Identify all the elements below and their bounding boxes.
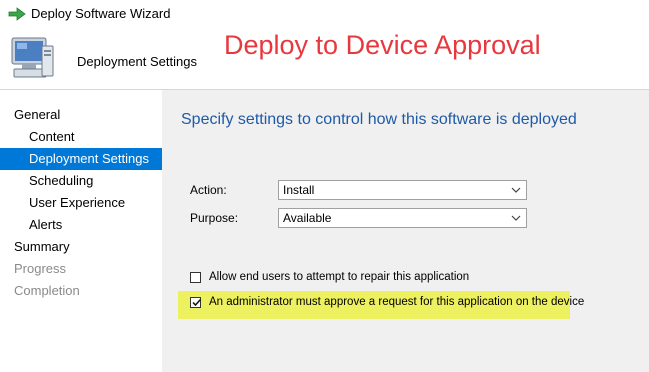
- nav-item-label: General: [14, 107, 61, 122]
- action-label: Action:: [190, 183, 227, 197]
- action-dropdown[interactable]: Install: [278, 180, 527, 200]
- purpose-value: Available: [283, 211, 332, 225]
- admin-approval-option[interactable]: An administrator must approve a request …: [190, 296, 584, 308]
- repair-option[interactable]: Allow end users to attempt to repair thi…: [190, 271, 469, 283]
- repair-checkbox[interactable]: [190, 271, 201, 283]
- wizard-navigation: General Content Deployment Settings Sche…: [0, 90, 162, 372]
- nav-item-label: Summary: [14, 239, 70, 254]
- nav-item-label: Completion: [14, 283, 80, 298]
- title-bar: Deploy Software Wizard: [0, 0, 649, 28]
- nav-item-label: Content: [29, 129, 75, 144]
- nav-item-scheduling[interactable]: Scheduling: [29, 170, 93, 192]
- nav-item-label: Progress: [14, 261, 67, 276]
- repair-option-label: Allow end users to attempt to repair thi…: [209, 271, 470, 283]
- deployment-settings-panel: Specify settings to control how this sof…: [162, 90, 649, 372]
- nav-item-deployment-settings[interactable]: Deployment Settings: [0, 148, 162, 170]
- section-heading: Specify settings to control how this sof…: [181, 111, 577, 128]
- purpose-dropdown[interactable]: Available: [278, 208, 527, 228]
- annotation-heading: Deploy to Device Approval: [224, 30, 541, 60]
- chevron-down-icon: [511, 215, 521, 221]
- nav-item-progress: Progress: [14, 258, 66, 280]
- checkmark-icon: [192, 298, 202, 306]
- nav-item-completion: Completion: [14, 280, 80, 302]
- green-arrow-icon: [8, 7, 26, 21]
- nav-item-summary[interactable]: Summary: [14, 236, 70, 258]
- admin-approval-checkbox[interactable]: [190, 296, 202, 308]
- purpose-label: Purpose:: [190, 211, 239, 225]
- nav-item-general[interactable]: General: [14, 104, 60, 126]
- computer-icon: [11, 37, 54, 78]
- nav-item-alerts[interactable]: Alerts: [29, 214, 62, 236]
- nav-item-label: Scheduling: [29, 173, 94, 188]
- window-title: Deploy Software Wizard: [31, 6, 171, 21]
- chevron-down-icon: [511, 187, 521, 193]
- nav-item-label: Deployment Settings: [29, 151, 149, 166]
- page-title: Deployment Settings: [77, 54, 197, 69]
- nav-item-content[interactable]: Content: [29, 126, 75, 148]
- admin-approval-label: An administrator must approve a request …: [209, 296, 585, 308]
- nav-item-label: Alerts: [29, 217, 63, 232]
- action-value: Install: [283, 183, 315, 197]
- nav-item-label: User Experience: [29, 195, 126, 210]
- nav-item-user-experience[interactable]: User Experience: [29, 192, 125, 214]
